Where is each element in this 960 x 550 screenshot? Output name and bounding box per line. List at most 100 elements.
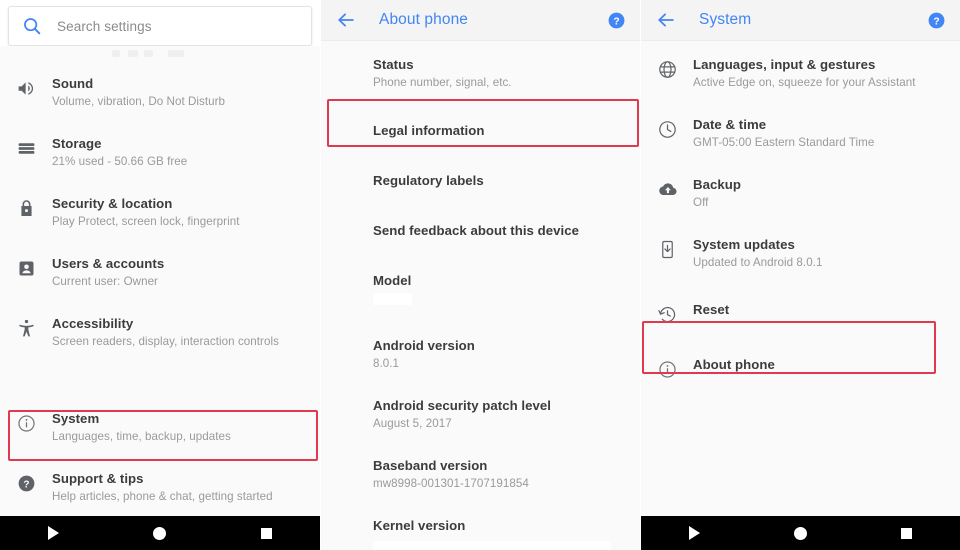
system-list: Languages, input & gestures Active Edge … bbox=[641, 41, 960, 516]
help-filled-icon: ? bbox=[0, 470, 52, 494]
recents-nav-button[interactable] bbox=[899, 525, 915, 541]
list-item-regulatory-labels[interactable]: Regulatory labels bbox=[321, 148, 640, 198]
list-item-send-feedback[interactable]: Send feedback about this device bbox=[321, 198, 640, 248]
list-item-reset[interactable]: Reset bbox=[641, 279, 960, 334]
list-item-model[interactable]: Model bbox=[321, 248, 640, 314]
user-icon bbox=[0, 255, 52, 279]
search-icon bbox=[21, 15, 43, 37]
sidebar-item-subtitle: Help articles, phone & chat, getting sta… bbox=[52, 490, 273, 503]
info-icon bbox=[641, 356, 693, 380]
home-nav-button[interactable] bbox=[792, 525, 808, 541]
list-item-date-time[interactable]: Date & time GMT-05:00 Eastern Standard T… bbox=[641, 99, 960, 159]
list-item-legal-information[interactable]: Legal information bbox=[321, 99, 640, 148]
list-item-title: Android version bbox=[373, 338, 475, 353]
redacted-model-value bbox=[373, 293, 412, 305]
list-item-baseband-version[interactable]: Baseband version mw8998-001301-170719185… bbox=[321, 440, 640, 500]
list-item-subtitle: Phone number, signal, etc. bbox=[373, 76, 512, 89]
svg-text:?: ? bbox=[933, 16, 939, 27]
list-item-status[interactable]: Status Phone number, signal, etc. bbox=[321, 43, 640, 99]
clock-icon bbox=[641, 116, 693, 140]
sidebar-item-security-location[interactable]: Security & location Play Protect, screen… bbox=[0, 178, 320, 238]
lock-icon bbox=[0, 195, 52, 219]
sidebar-item-subtitle: Current user: Owner bbox=[52, 275, 158, 288]
list-item-kernel-version[interactable]: Kernel version bbox=[321, 500, 640, 550]
home-nav-button[interactable] bbox=[152, 525, 168, 541]
help-icon[interactable]: ? bbox=[607, 11, 626, 30]
sidebar-item-title: Storage bbox=[52, 136, 102, 151]
list-item-title: Baseband version bbox=[373, 458, 488, 473]
sidebar-item-storage[interactable]: Storage 21% used - 50.66 GB free bbox=[0, 118, 320, 178]
list-item-title: Send feedback about this device bbox=[373, 223, 580, 238]
back-nav-button[interactable] bbox=[686, 525, 702, 541]
about-phone-appbar: About phone ? bbox=[321, 0, 640, 41]
reset-icon bbox=[641, 301, 693, 325]
three-panel-screenshot: Search settings Sound Volume, vibration,… bbox=[0, 0, 960, 550]
help-icon[interactable]: ? bbox=[927, 11, 946, 30]
sidebar-item-title: Sound bbox=[52, 76, 94, 91]
accessibility-icon bbox=[0, 315, 52, 339]
list-item-subtitle: Updated to Android 8.0.1 bbox=[693, 256, 823, 269]
system-appbar: System ? bbox=[641, 0, 960, 41]
search-placeholder: Search settings bbox=[57, 18, 152, 34]
page-title: System bbox=[699, 11, 752, 28]
sidebar-item-title: Security & location bbox=[52, 196, 173, 211]
settings-list: Sound Volume, vibration, Do Not Disturb … bbox=[0, 62, 320, 516]
sidebar-item-title: Accessibility bbox=[52, 316, 134, 331]
volume-icon bbox=[0, 75, 52, 99]
list-item-subtitle: 8.0.1 bbox=[373, 357, 400, 370]
cloud-upload-icon bbox=[641, 176, 693, 200]
list-item-subtitle: Active Edge on, squeeze for your Assista… bbox=[693, 76, 916, 89]
about-phone-panel: About phone ? Status Phone number, signa… bbox=[320, 0, 640, 550]
list-item-title: Backup bbox=[693, 177, 741, 192]
sidebar-item-accessibility[interactable]: Accessibility Screen readers, display, i… bbox=[0, 298, 320, 358]
list-item-title: Regulatory labels bbox=[373, 173, 484, 188]
recents-nav-button[interactable] bbox=[259, 525, 275, 541]
list-item-backup[interactable]: Backup Off bbox=[641, 159, 960, 219]
list-item-subtitle: mw8998-001301-1707191854 bbox=[373, 477, 529, 490]
sidebar-item-title: Users & accounts bbox=[52, 256, 165, 271]
list-item-title: Reset bbox=[693, 302, 730, 317]
sidebar-item-subtitle: Languages, time, backup, updates bbox=[52, 430, 231, 443]
redacted-kernel-value bbox=[373, 541, 611, 550]
list-item-title: Status bbox=[373, 57, 414, 72]
sidebar-item-subtitle: Screen readers, display, interaction con… bbox=[52, 335, 279, 348]
list-item-title: Model bbox=[373, 273, 412, 288]
android-navbar bbox=[0, 516, 320, 550]
list-item-about-phone[interactable]: About phone bbox=[641, 334, 960, 389]
sidebar-item-subtitle: 21% used - 50.66 GB free bbox=[52, 155, 188, 168]
list-item-subtitle: GMT-05:00 Eastern Standard Time bbox=[693, 136, 875, 149]
system-update-icon bbox=[641, 236, 693, 260]
list-item-languages-input-gestures[interactable]: Languages, input & gestures Active Edge … bbox=[641, 43, 960, 99]
info-icon bbox=[0, 410, 52, 434]
search-input[interactable]: Search settings bbox=[8, 6, 312, 46]
list-item-subtitle: August 5, 2017 bbox=[373, 417, 452, 430]
back-nav-button[interactable] bbox=[45, 525, 61, 541]
android-navbar bbox=[641, 516, 960, 550]
list-item-title: About phone bbox=[693, 357, 775, 372]
back-arrow-icon[interactable] bbox=[655, 9, 677, 31]
list-item-title: System updates bbox=[693, 237, 795, 252]
globe-icon bbox=[641, 56, 693, 80]
list-item-title: Languages, input & gestures bbox=[693, 57, 876, 72]
list-item-system-updates[interactable]: System updates Updated to Android 8.0.1 bbox=[641, 219, 960, 279]
sidebar-item-system[interactable]: System Languages, time, backup, updates bbox=[0, 358, 320, 453]
list-item-title: Legal information bbox=[373, 123, 485, 138]
system-panel: System ? Languages, input & gestures Act… bbox=[640, 0, 960, 550]
sidebar-item-subtitle: Volume, vibration, Do Not Disturb bbox=[52, 95, 226, 108]
list-item-android-version[interactable]: Android version 8.0.1 bbox=[321, 314, 640, 380]
sidebar-item-support-tips[interactable]: ? Support & tips Help articles, phone & … bbox=[0, 453, 320, 513]
list-item-subtitle: Off bbox=[693, 196, 709, 209]
search-bar-container: Search settings bbox=[0, 0, 320, 46]
about-phone-list: Status Phone number, signal, etc. Legal … bbox=[321, 41, 640, 550]
settings-panel: Search settings Sound Volume, vibration,… bbox=[0, 0, 320, 550]
svg-text:?: ? bbox=[23, 480, 29, 491]
list-item-title: Kernel version bbox=[373, 518, 466, 533]
sidebar-item-users-accounts[interactable]: Users & accounts Current user: Owner bbox=[0, 238, 320, 298]
sidebar-item-sound[interactable]: Sound Volume, vibration, Do Not Disturb bbox=[0, 64, 320, 118]
back-arrow-icon[interactable] bbox=[335, 9, 357, 31]
list-item-security-patch[interactable]: Android security patch level August 5, 2… bbox=[321, 380, 640, 440]
svg-text:?: ? bbox=[613, 16, 619, 27]
list-item-title: Date & time bbox=[693, 117, 767, 132]
sidebar-item-title: Support & tips bbox=[52, 471, 144, 486]
storage-icon bbox=[0, 135, 52, 159]
